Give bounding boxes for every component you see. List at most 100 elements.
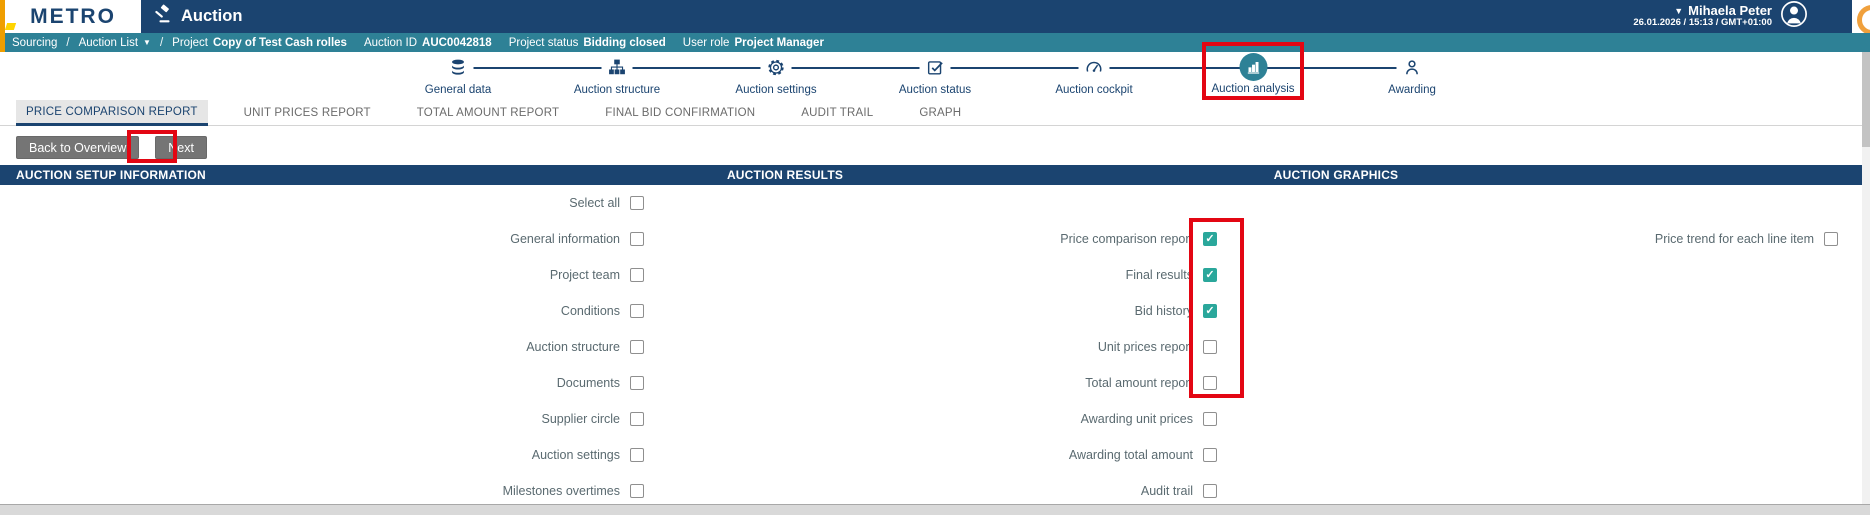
price-trend-checkbox[interactable] [1824, 232, 1838, 246]
project-status-info: Project status Bidding closed [508, 36, 666, 49]
checkbox-row-select-all: Select all [124, 185, 644, 221]
tab-unit-prices-report[interactable]: UNIT PRICES REPORT [234, 100, 381, 125]
checkbox-row-awarding-unit-prices: Awarding unit prices [697, 401, 1217, 437]
user-name: ▼ Mihaela Peter [1674, 3, 1772, 19]
project-name-value: Copy of Test Cash rolles [212, 36, 347, 49]
app-title-text: Auction [181, 7, 243, 25]
general-information-checkbox[interactable] [630, 232, 644, 246]
price-comparison-report-checkbox[interactable] [1203, 232, 1217, 246]
tab-price-comparison-report[interactable]: PRICE COMPARISON REPORT [16, 100, 208, 126]
checkbox-row-price-comparison-report: Price comparison report [697, 221, 1217, 257]
auction-graphics-column: Price trend for each line item [1318, 185, 1838, 257]
step-auction-status[interactable]: Auction status [856, 52, 1015, 96]
step-label: Auction status [898, 84, 972, 96]
section-header-bar: AUCTION SETUP INFORMATION AUCTION RESULT… [0, 165, 1870, 185]
breadcrumb-sourcing[interactable]: Sourcing [12, 37, 57, 49]
unit-prices-report-checkbox[interactable] [1203, 340, 1217, 354]
person-award-icon [1396, 52, 1428, 82]
checkbox-label: Auction structure [526, 340, 620, 354]
help-button-icon[interactable] [1857, 5, 1870, 35]
next-button[interactable]: Next [155, 136, 207, 159]
checkbox-row-general-information: General information [124, 221, 644, 257]
checkbox-label: Milestones overtimes [502, 484, 620, 498]
checkbox-row-final-results: Final results [697, 257, 1217, 293]
checkbox-label: Final results [1125, 268, 1193, 282]
metro-logo[interactable]: METRO [4, 0, 141, 33]
checkbox-label: Project team [549, 268, 620, 282]
step-label: Auction cockpit [1055, 84, 1133, 96]
metro-logo-yellow-accent [4, 23, 17, 30]
step-label: Auction structure [573, 84, 661, 96]
tab-audit-trail[interactable]: AUDIT TRAIL [791, 100, 883, 125]
step-auction-cockpit[interactable]: Auction cockpit [1015, 52, 1174, 96]
checkbox-label: Auction settings [531, 448, 620, 462]
gauge-icon [1078, 52, 1110, 82]
checkbox-label: Conditions [560, 304, 620, 318]
database-icon [442, 52, 474, 82]
auction-settings-checkbox[interactable] [630, 448, 644, 462]
checkbox-row-supplier-circle: Supplier circle [124, 401, 644, 437]
header-corner [1852, 0, 1870, 35]
user-menu[interactable]: ▼ Mihaela Peter 26.01.2026 / 15:13 / GMT+… [1633, 0, 1808, 33]
checkbox-row-project-team: Project team [124, 257, 644, 293]
breadcrumb-auction-list[interactable]: Auction List ▼ [79, 37, 151, 49]
checkbox-row-auction-structure: Auction structure [124, 329, 644, 365]
horizontal-scrollbar[interactable] [0, 504, 1870, 515]
auction-structure-checkbox[interactable] [630, 340, 644, 354]
step-auction-analysis[interactable]: Auction analysis [1174, 52, 1333, 96]
checkbox-row-total-amount-report: Total amount report [697, 365, 1217, 401]
checkbox-label: Supplier circle [541, 412, 620, 426]
checkbox-label: Audit trail [1140, 484, 1193, 498]
back-to-overview-button[interactable]: Back to Overview [16, 136, 140, 159]
auction-app-window: Auction ▼ Mihaela Peter 26.01.2026 / 15:1… [0, 0, 1870, 515]
breadcrumb-separator: / [66, 36, 70, 49]
tab-total-amount-report[interactable]: TOTAL AMOUNT REPORT [407, 100, 569, 125]
breadcrumb-separator: / [159, 36, 164, 49]
step-label: Awarding [1388, 84, 1436, 96]
step-navigation: General data Auction structure Auction s… [0, 52, 1870, 100]
tab-final-bid-confirmation[interactable]: FINAL BID CONFIRMATION [595, 100, 765, 125]
conditions-checkbox[interactable] [630, 304, 644, 318]
step-awarding[interactable]: Awarding [1333, 52, 1492, 96]
avatar[interactable] [1780, 0, 1808, 33]
gavel-icon [152, 4, 172, 29]
step-general-data[interactable]: General data [379, 52, 538, 96]
app-title: Auction [152, 0, 242, 33]
supplier-circle-checkbox[interactable] [630, 412, 644, 426]
bar-chart-icon [1239, 53, 1267, 81]
gear-icon [760, 52, 792, 82]
checkbox-label: Awarding total amount [1068, 448, 1193, 462]
chevron-down-icon: ▼ [1674, 6, 1684, 17]
awarding-unit-prices-checkbox[interactable] [1203, 412, 1217, 426]
section-title-auction-results: AUCTION RESULTS [726, 168, 844, 182]
milestones-overtimes-checkbox[interactable] [630, 484, 644, 498]
select-all-checkbox[interactable] [630, 196, 644, 210]
project-team-checkbox[interactable] [630, 268, 644, 282]
toolbar: Back to Overview Next [16, 136, 207, 159]
checkbox-row-awarding-total-amount: Awarding total amount [697, 437, 1217, 473]
awarding-total-amount-checkbox[interactable] [1203, 448, 1217, 462]
bid-history-checkbox[interactable] [1203, 304, 1217, 318]
step-auction-settings[interactable]: Auction settings [697, 52, 856, 96]
checkbox-row-conditions: Conditions [124, 293, 644, 329]
tab-graph[interactable]: GRAPH [909, 100, 971, 125]
orange-edge-strip [0, 0, 5, 52]
report-tabs: PRICE COMPARISON REPORT UNIT PRICES REPO… [0, 100, 1862, 126]
step-auction-structure[interactable]: Auction structure [538, 52, 697, 96]
checkbox-label: General information [510, 232, 620, 246]
audit-trail-checkbox[interactable] [1203, 484, 1217, 498]
step-label: General data [424, 84, 492, 96]
checkbox-label: Price trend for each line item [1654, 232, 1814, 246]
final-results-checkbox[interactable] [1203, 268, 1217, 282]
checkbox-label: Select all [569, 196, 620, 210]
checkbox-row-price-trend: Price trend for each line item [1318, 221, 1838, 257]
checkbox-label: Documents [556, 376, 620, 390]
vertical-scrollbar-thumb[interactable] [1862, 52, 1870, 147]
auction-id-info: Auction ID AUC0042818 [363, 36, 492, 49]
chevron-down-icon: ▼ [143, 38, 151, 47]
auction-results-column: Price comparison report Final results Bi… [697, 185, 1217, 509]
step-label: Auction analysis [1211, 83, 1295, 95]
documents-checkbox[interactable] [630, 376, 644, 390]
checkbox-row-auction-settings: Auction settings [124, 437, 644, 473]
total-amount-report-checkbox[interactable] [1203, 376, 1217, 390]
